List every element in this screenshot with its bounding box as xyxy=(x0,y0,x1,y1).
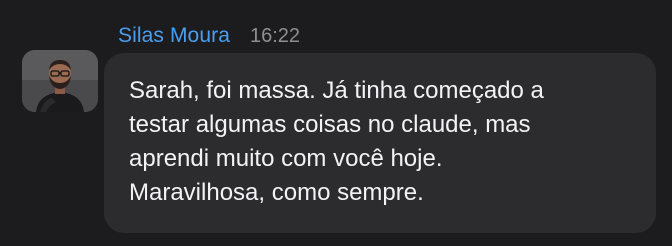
message-bubble: Sarah, foi massa. Já tinha começado a te… xyxy=(104,53,656,233)
message-text: Sarah, foi massa. Já tinha começado a te… xyxy=(129,77,544,206)
person-avatar-icon xyxy=(22,50,98,112)
message-header: Silas Moura 16:22 xyxy=(118,24,300,54)
sender-avatar[interactable] xyxy=(22,50,98,112)
message-timestamp: 16:22 xyxy=(249,25,301,47)
sender-name[interactable]: Silas Moura xyxy=(118,24,230,48)
chat-message: Silas Moura 16:22 Sarah, foi massa. Já t… xyxy=(0,0,672,246)
